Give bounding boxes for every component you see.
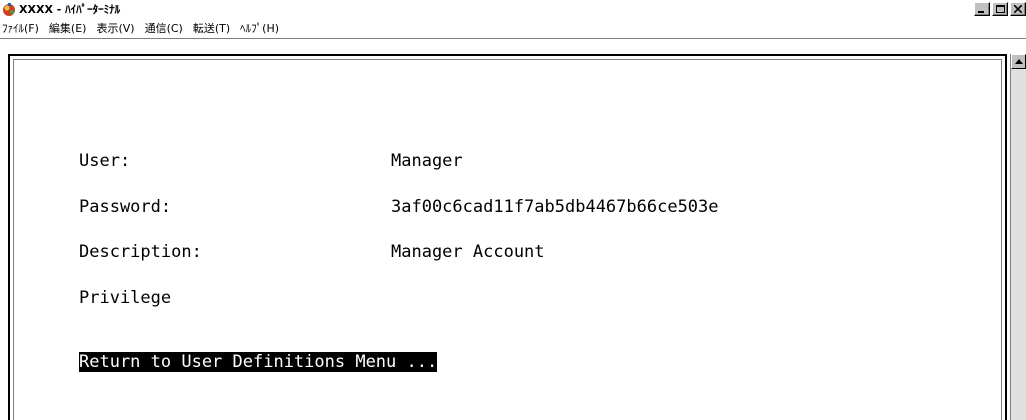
title-bar[interactable]: XXXX - ﾊｲﾊﾟｰﾀｰﾐﾅﾙ	[0, 0, 1026, 19]
menu-help[interactable]: ﾍﾙﾌﾟ(H)	[240, 20, 279, 37]
maximize-icon	[996, 5, 1005, 13]
menu-edit[interactable]: 編集(E)	[49, 20, 87, 37]
menu-bar: ﾌｧｲﾙ(F) 編集(E) 表示(V) 通信(C) 転送(T) ﾍﾙﾌﾟ(H)	[0, 19, 1026, 38]
maximize-button[interactable]	[992, 2, 1008, 16]
vertical-scrollbar[interactable]	[1010, 54, 1026, 420]
hyperterminal-window: XXXX - ﾊｲﾊﾟｰﾀｰﾐﾅﾙ ﾌｧｲﾙ(F) 編集(E) 表示(V) 通信…	[0, 0, 1026, 420]
return-to-user-definitions-menu-option[interactable]: Return to User Definitions Menu ...	[79, 352, 438, 372]
close-icon	[1014, 5, 1022, 13]
password-label: Password:	[79, 197, 172, 217]
scroll-up-arrow-icon	[1015, 59, 1023, 64]
minimize-button[interactable]	[974, 2, 990, 16]
scroll-up-button[interactable]	[1011, 54, 1026, 69]
description-value: Manager Account	[391, 242, 545, 262]
privilege-label: Privilege	[79, 288, 172, 308]
menu-call[interactable]: 通信(C)	[145, 20, 183, 37]
window-title: XXXX - ﾊｲﾊﾟｰﾀｰﾐﾅﾙ	[19, 3, 121, 16]
user-value: Manager	[391, 151, 463, 171]
window-controls	[974, 2, 1026, 18]
user-label: User:	[79, 151, 131, 171]
password-value: 3af00c6cad11f7ab5db4467b66ce503e	[391, 197, 719, 217]
menu-transfer[interactable]: 転送(T)	[193, 20, 230, 37]
menu-view[interactable]: 表示(V)	[96, 20, 134, 37]
client-area: User: Manager Password: 3af00c6cad11f7ab…	[0, 38, 1026, 420]
description-label: Description:	[79, 242, 202, 262]
hyperterminal-icon[interactable]	[2, 2, 17, 17]
minimize-icon	[978, 11, 984, 13]
close-button[interactable]	[1010, 2, 1026, 16]
menu-file[interactable]: ﾌｧｲﾙ(F)	[2, 20, 39, 37]
